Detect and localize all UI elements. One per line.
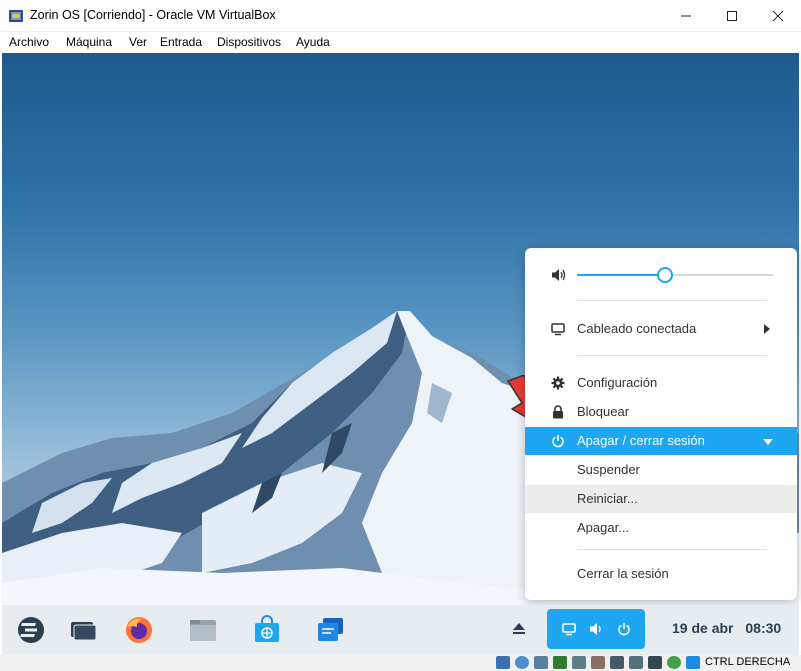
lock-label: Bloquear — [577, 404, 630, 419]
virtualbox-status-bar: CTRL DERECHA — [0, 655, 801, 671]
separator — [577, 300, 767, 301]
shutdown-label: Apagar... — [577, 520, 630, 535]
chevron-right-icon — [764, 324, 770, 334]
clock-date: 19 de abr — [672, 620, 734, 636]
menu-entrada[interactable]: Entrada — [160, 35, 202, 49]
menu-dispositivos[interactable]: Dispositivos — [217, 35, 281, 49]
files-icon[interactable] — [188, 615, 218, 645]
volume-slider-fill — [577, 274, 666, 276]
suspend-label: Suspender — [577, 462, 640, 477]
volume-slider-handle[interactable] — [657, 267, 674, 283]
close-button[interactable] — [755, 0, 801, 32]
virtualbox-icon — [9, 10, 23, 22]
separator — [577, 549, 767, 550]
chevron-down-icon — [763, 439, 773, 445]
clock[interactable]: 19 de abr 08:30 — [672, 620, 781, 636]
volume-icon — [552, 269, 566, 281]
logout-label: Cerrar la sesión — [577, 566, 669, 581]
workspace-switcher-icon[interactable] — [68, 615, 98, 645]
lock-icon — [553, 405, 563, 419]
power-tray-icon — [618, 623, 630, 636]
zorin-menu-icon[interactable] — [16, 615, 46, 645]
volume-tray-icon — [590, 623, 601, 635]
network-item[interactable]: Cableado conectada — [525, 315, 797, 343]
audio-icon[interactable] — [534, 656, 548, 669]
system-menu-popup: Cableado conectada Configuración Bloquea… — [525, 248, 797, 600]
window-titlebar: Zorin OS [Corriendo] - Oracle VM Virtual… — [0, 0, 801, 32]
separator — [577, 355, 767, 356]
settings-label: Configuración — [577, 375, 658, 390]
suspend-item[interactable]: Suspender — [525, 456, 797, 484]
eject-icon[interactable] — [512, 621, 526, 635]
firefox-icon[interactable] — [124, 615, 154, 645]
shutdown-item[interactable]: Apagar... — [525, 514, 797, 542]
logout-item[interactable]: Cerrar la sesión — [525, 560, 797, 588]
menu-ayuda[interactable]: Ayuda — [296, 35, 330, 49]
zorin-connect-icon[interactable] — [316, 615, 346, 645]
menu-ver[interactable]: Ver — [129, 35, 147, 49]
settings-item[interactable]: Configuración — [525, 369, 797, 397]
mouse-integration-icon[interactable] — [667, 656, 681, 669]
keyboard-capture-icon[interactable] — [686, 656, 700, 669]
power-icon — [552, 435, 564, 448]
restart-item[interactable]: Reiniciar... — [525, 485, 797, 513]
menu-maquina[interactable]: Máquina — [66, 35, 112, 49]
minimize-icon — [681, 15, 691, 17]
power-label: Apagar / cerrar sesión — [577, 433, 705, 448]
gear-icon — [551, 376, 565, 390]
taskbar: 19 de abr 08:30 — [2, 605, 799, 655]
menu-archivo[interactable]: Archivo — [9, 35, 49, 49]
minimize-button[interactable] — [663, 0, 709, 32]
close-icon — [772, 10, 784, 22]
network-wired-icon — [551, 323, 565, 336]
display-icon[interactable] — [610, 656, 624, 669]
shared-folders-icon[interactable] — [591, 656, 605, 669]
clock-time: 08:30 — [745, 620, 782, 636]
maximize-icon — [727, 11, 737, 21]
recording-icon[interactable] — [629, 656, 643, 669]
network-label: Cableado conectada — [577, 321, 697, 336]
system-tray-button[interactable] — [547, 609, 645, 649]
network-adapter-icon[interactable] — [553, 656, 567, 669]
virtualization-icon[interactable] — [648, 656, 662, 669]
window-title: Zorin OS [Corriendo] - Oracle VM Virtual… — [30, 8, 276, 22]
lock-item[interactable]: Bloquear — [525, 398, 797, 426]
menu-bar: Archivo Máquina Ver Entrada Dispositivos… — [0, 32, 801, 53]
power-off-logout-item[interactable]: Apagar / cerrar sesión — [525, 427, 797, 455]
usb-icon[interactable] — [572, 656, 586, 669]
maximize-button[interactable] — [709, 0, 755, 32]
restart-label: Reiniciar... — [577, 491, 638, 506]
host-key-label: CTRL DERECHA — [705, 656, 791, 668]
software-store-icon[interactable] — [252, 615, 282, 645]
optical-drive-icon[interactable] — [515, 656, 529, 669]
hard-disk-icon[interactable] — [496, 656, 510, 669]
network-tray-icon — [562, 623, 576, 636]
